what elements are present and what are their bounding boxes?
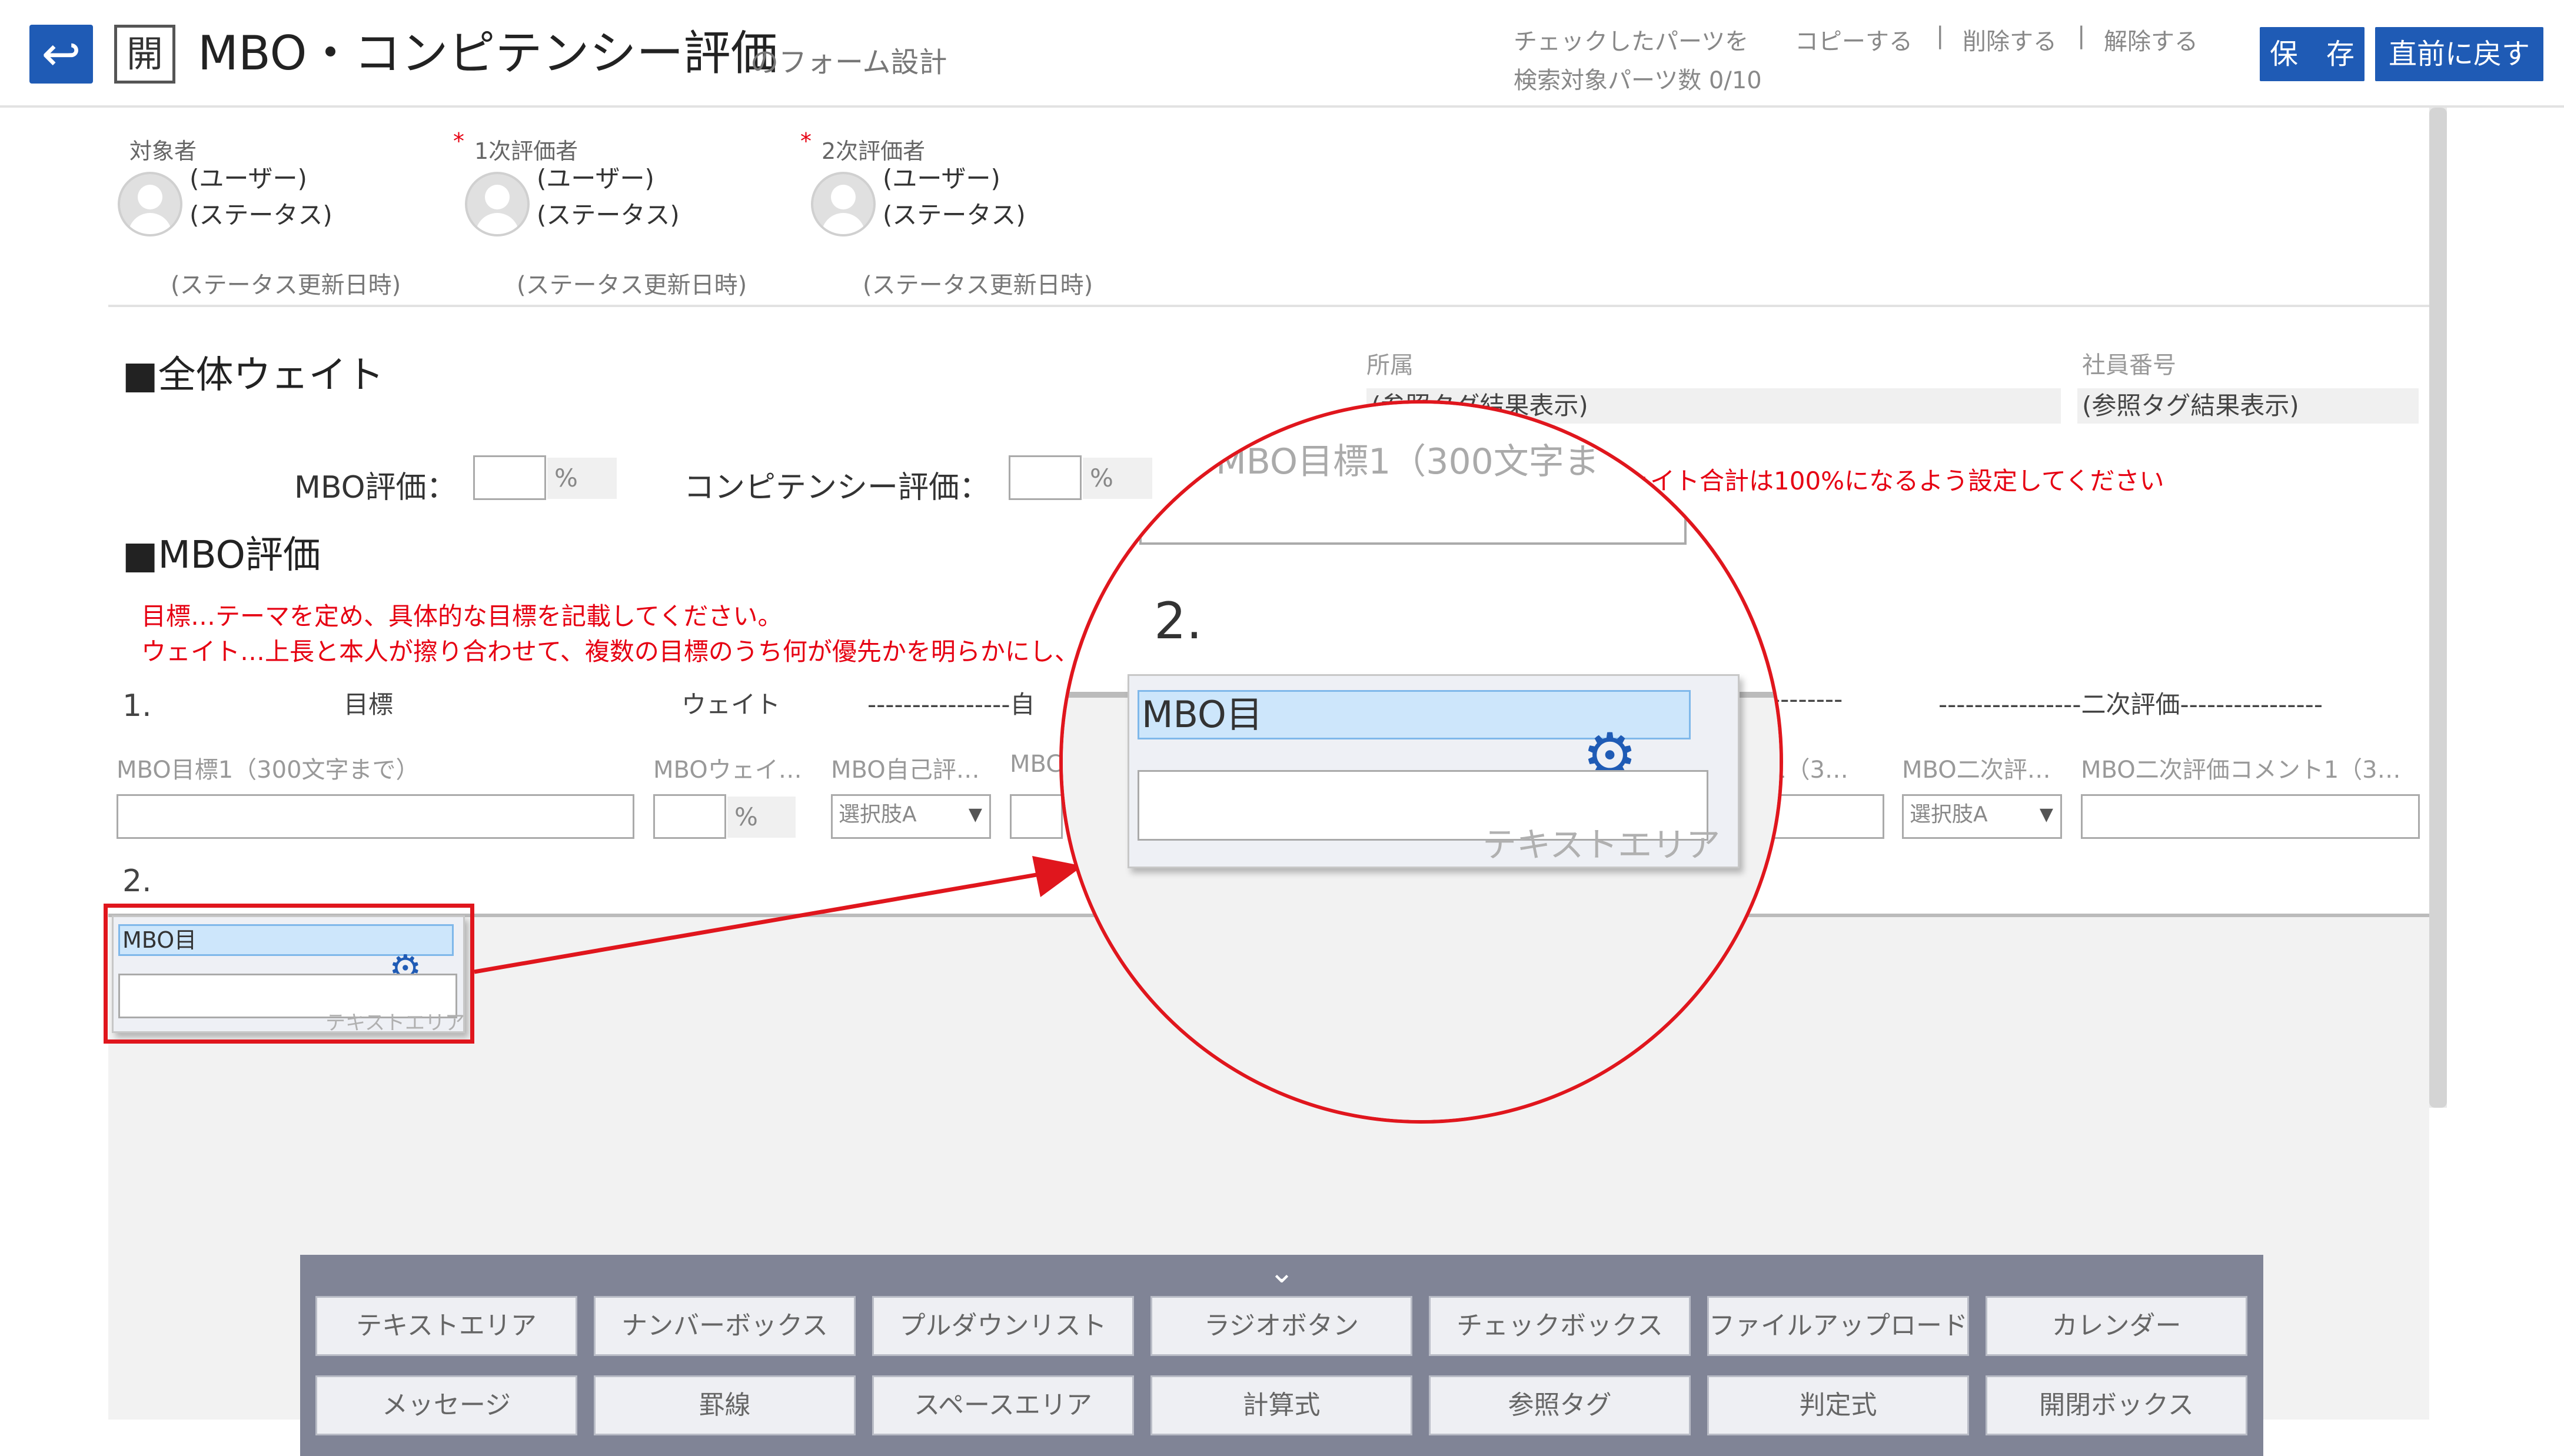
checked-parts-label: チェックしたパーツを — [1514, 28, 1749, 55]
palette-pulldown-button[interactable]: プルダウンリスト — [872, 1296, 1134, 1356]
first-evaluator-status: (ステータス) — [537, 201, 680, 229]
scrollbar-thumb[interactable] — [2429, 108, 2447, 1108]
goal-field-label: MBO目標1（300文字まで） — [117, 757, 420, 784]
evaluator-label-first: 1次評価者 — [474, 138, 578, 164]
palette-calendar-button[interactable]: カレンダー — [1986, 1296, 2247, 1356]
delete-link[interactable]: 削除する — [1963, 22, 2057, 56]
target-status: (ステータス) — [189, 201, 332, 229]
column-self: ----------------自 — [867, 690, 1035, 719]
separator: | — [1936, 22, 1944, 49]
column-second: ----------------二次評価---------------- — [1938, 690, 2323, 719]
chevron-down-icon: ▼ — [2039, 804, 2053, 825]
self-comment-input[interactable] — [1010, 794, 1063, 839]
self-eval-field-label: MBO自己評… — [831, 757, 980, 784]
chevron-down-icon[interactable]: ⌄ — [1264, 1257, 1299, 1288]
avatar-icon — [465, 172, 530, 236]
palette-textarea-button[interactable]: テキストエリア — [315, 1296, 577, 1356]
chevron-down-icon: ▼ — [968, 804, 982, 825]
column-goal: 目標 — [344, 690, 394, 719]
header-bar: ↩ 開 MBO・コンピテンシー評価 のフォーム設計 チェックしたパーツを コピー… — [0, 0, 2564, 108]
second-evaluator-user: (ユーザー) — [883, 164, 1000, 193]
evaluator-label-second: 2次評価者 — [822, 138, 926, 164]
second-eval-field-label: MBO二次評… — [1902, 757, 2051, 784]
search-count: 検索対象パーツ数 0/10 — [1514, 67, 1762, 94]
revert-button[interactable]: 直前に戻す — [2375, 27, 2543, 81]
mbo-section-title: ■MBO評価 — [122, 534, 321, 577]
second-comment-input[interactable] — [2081, 794, 2420, 839]
zoom-hint: テキストエリア — [1482, 825, 1721, 865]
palette-checkbox-button[interactable]: チェックボックス — [1429, 1296, 1691, 1356]
palette-radio-button[interactable]: ラジオボタン — [1150, 1296, 1412, 1356]
page-title: MBO・コンピテンシー評価 — [198, 26, 778, 81]
first-status-updated: (ステータス更新日時) — [517, 272, 747, 299]
palette-file-upload-button[interactable]: ファイルアップロード — [1707, 1296, 1969, 1356]
self-eval-field-label-2: MBC — [1010, 751, 1063, 778]
employee-no-label: 社員番号 — [2082, 352, 2176, 379]
palette-numberbox-button[interactable]: ナンバーボックス — [594, 1296, 856, 1356]
row-number: 1. — [122, 688, 152, 724]
first-evaluator-user: (ユーザー) — [537, 164, 654, 193]
highlight-frame — [104, 904, 474, 1044]
zoom-goal-input — [1139, 480, 1687, 545]
undo-arrow-icon[interactable]: ↩ — [29, 25, 93, 84]
self-eval-select[interactable]: 選択肢A ▼ — [831, 794, 991, 839]
column-weight: ウェイト — [681, 690, 781, 719]
overall-weight-title: ■全体ウェイト — [122, 354, 384, 397]
palette-formula-button[interactable]: 計算式 — [1150, 1375, 1412, 1435]
zoom-goal-label: MBO目標1（300文字ま — [1216, 441, 1599, 482]
zoom-field-card: MBO目 ⚙ テキストエリア — [1128, 674, 1740, 868]
column-first-tail: -------- — [1771, 685, 1843, 714]
separator: | — [2077, 22, 2086, 49]
weight-input[interactable] — [653, 794, 726, 839]
zoom-warning-fragment: ウ — [1143, 447, 1176, 485]
open-button[interactable]: 開 — [114, 25, 175, 84]
save-button[interactable]: 保 存 — [2260, 27, 2365, 81]
zoom-content: MBO目標1（300文字ま ウ 2. MBO目 ⚙ テキストエリア — [1063, 404, 1780, 1120]
required-mark: * — [453, 128, 464, 154]
percent-unit: % — [727, 797, 796, 838]
avatar-icon — [118, 172, 182, 236]
competency-weight-label: コンピテンシー評価： — [684, 470, 990, 505]
copy-link[interactable]: コピーする — [1795, 22, 1913, 56]
percent-unit: % — [547, 458, 617, 499]
palette-message-button[interactable]: メッセージ — [315, 1375, 577, 1435]
target-status-updated: (ステータス更新日時) — [171, 272, 401, 299]
second-eval-select[interactable]: 選択肢A ▼ — [1902, 794, 2062, 839]
divider — [108, 305, 2429, 307]
palette-collapse-box-button[interactable]: 開閉ボックス — [1986, 1375, 2247, 1435]
page-subtitle: のフォーム設計 — [750, 46, 947, 79]
goal-input[interactable] — [117, 794, 634, 839]
row-number: 2. — [122, 864, 152, 899]
palette-rule-button[interactable]: 罫線 — [594, 1375, 856, 1435]
second-status-updated: (ステータス更新日時) — [863, 272, 1093, 299]
palette-judgment-button[interactable]: 判定式 — [1707, 1375, 1969, 1435]
target-user: (ユーザー) — [189, 164, 307, 193]
mbo-weight-input[interactable] — [473, 455, 546, 500]
palette-reference-tag-button[interactable]: 参照タグ — [1429, 1375, 1691, 1435]
required-mark: * — [800, 128, 812, 154]
evaluator-label-target: 対象者 — [129, 138, 197, 164]
first-comment-input[interactable] — [1771, 794, 1884, 839]
release-link[interactable]: 解除する — [2104, 22, 2198, 56]
avatar-icon — [811, 172, 876, 236]
mbo-weight-label: MBO評価： — [294, 470, 457, 505]
second-comment-field-label: MBO二次評価コメント1（3… — [2081, 757, 2401, 784]
weight-field-label: MBOウェイ… — [653, 757, 802, 784]
mbo-instruction: ウェイト…上長と本人が擦り合わせて、複数の目標のうち何が優先かを明らかにし、 — [141, 637, 1079, 666]
affiliation-label: 所属 — [1366, 352, 1414, 379]
second-evaluator-status: (ステータス) — [883, 201, 1026, 229]
zoom-callout: MBO目標1（300文字ま ウ 2. MBO目 ⚙ テキストエリア — [1059, 400, 1783, 1124]
palette-space-area-button[interactable]: スペースエリア — [872, 1375, 1134, 1435]
zoom-row-number: 2. — [1154, 592, 1203, 651]
mbo-instruction: 目標…テーマを定め、具体的な目標を記載してください。 — [141, 602, 783, 631]
employee-no-value: (参照タグ結果表示) — [2077, 388, 2419, 424]
